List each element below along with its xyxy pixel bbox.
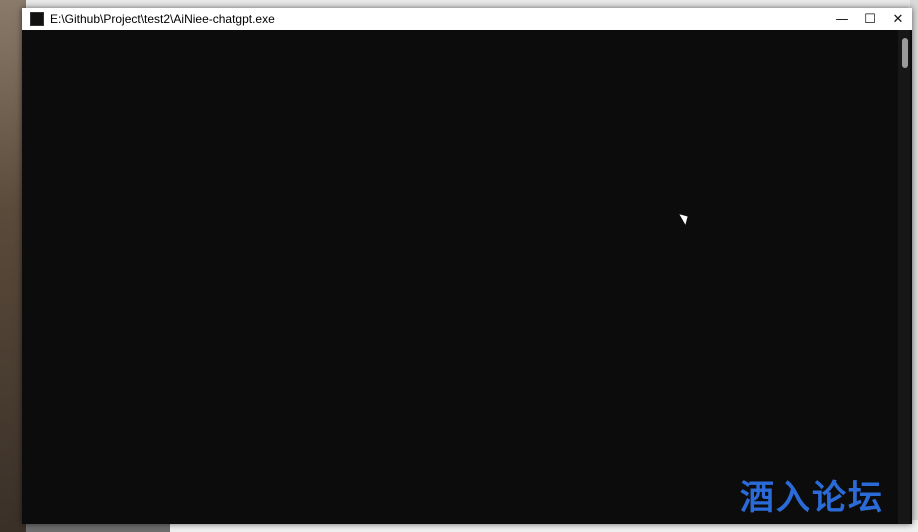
scrollbar-track[interactable]: [898, 30, 910, 524]
scrollbar-thumb[interactable]: [902, 38, 908, 68]
watermark-logo: 酒入论坛: [740, 479, 884, 517]
window-title: E:\Github\Project\test2\AiNiee-chatgpt.e…: [50, 12, 275, 26]
maximize-button[interactable]: ☐: [856, 12, 884, 27]
explorer-toolbar-behind: [26, 0, 918, 8]
title-bar[interactable]: E:\Github\Project\test2\AiNiee-chatgpt.e…: [22, 8, 912, 30]
console-app-icon: [30, 12, 44, 26]
close-button[interactable]: ✕: [884, 12, 912, 27]
console-window[interactable]: E:\Github\Project\test2\AiNiee-chatgpt.e…: [22, 8, 912, 524]
console-output: [24, 30, 894, 520]
minimize-button[interactable]: —: [828, 12, 856, 27]
